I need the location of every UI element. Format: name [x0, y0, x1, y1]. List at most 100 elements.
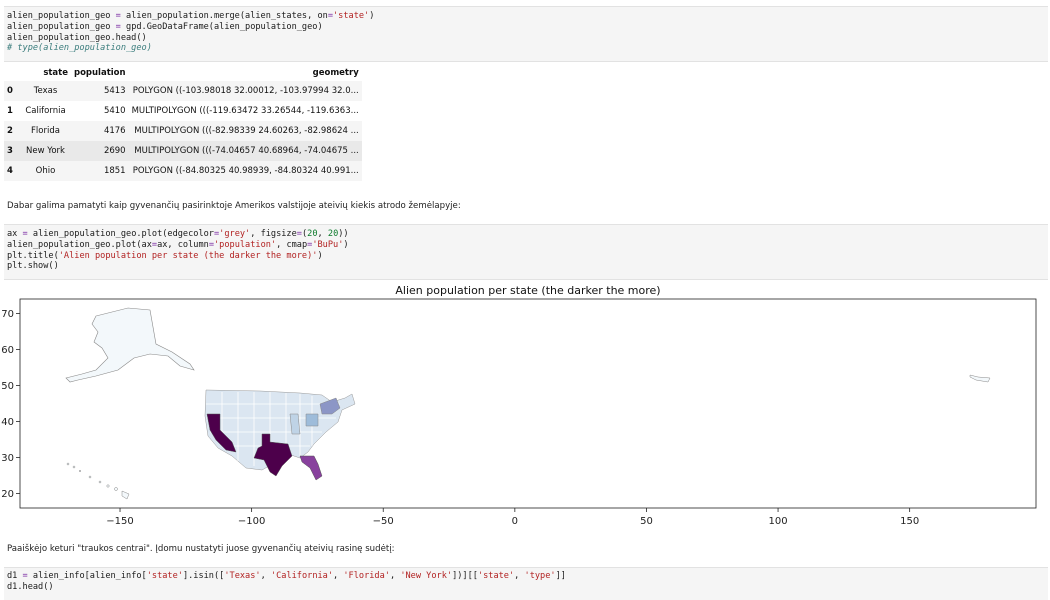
state-ohio	[305, 413, 319, 427]
x-axis: −150 −100 −50 0 50 100 150	[106, 508, 919, 527]
table-row: 1 California 5410 MULTIPOLYGON (((-119.6347…	[4, 101, 362, 121]
population-cell: 5413	[71, 81, 129, 101]
code-line: ax = alien_population_geo.plot(edgecolor…	[4, 229, 1048, 240]
code-token: alien_population_geo	[7, 21, 116, 32]
state-header: state	[43, 67, 68, 78]
code-lines: ax = alien_population_geo.plot(edgecolor…	[4, 229, 1048, 272]
x-tick-label: 50	[640, 516, 653, 527]
code-token: 20	[327, 229, 339, 239]
code-line: alien_population_geo = gpd.GeoDataFrame(…	[4, 22, 1048, 33]
code-token: ))	[338, 229, 349, 239]
code-line: plt.title('Alien population per state (t…	[4, 251, 1048, 262]
y-axis: 20 30 40 50 60 70	[1, 309, 20, 500]
code-token: 'New York'	[400, 571, 453, 581]
population-map: 20 30 40 50 60 70 −150 −100 −50 0 50 100 150	[1, 298, 1037, 527]
code-token: ,	[389, 571, 401, 581]
population-cell: 2690	[71, 141, 129, 161]
code-line: alien_population_geo.head()	[4, 33, 1048, 44]
code-token: 'state'	[477, 571, 515, 581]
code-line: # type(alien_population_geo)	[4, 43, 1048, 54]
dataframe-output: state population geometry 0 Texas 5413 POLY…	[4, 64, 362, 181]
code-token: alien_population_geo.plot(ax	[7, 239, 152, 250]
code-token: alien_population_geo.head()	[7, 32, 147, 43]
code-cell-filter[interactable]: d1 = alien_info[alien_info['state'].isin…	[4, 567, 1048, 600]
code-line: alien_population_geo = alien_population.…	[4, 11, 1048, 22]
code-token: gpd.GeoDataFrame(alien_population_geo)	[120, 21, 323, 32]
code-token: ,	[317, 229, 328, 239]
y-tick-label: 70	[1, 309, 14, 320]
state-cell: Florida	[20, 121, 71, 141]
index-header	[4, 64, 20, 81]
population-cell: 5410	[103, 106, 126, 116]
code-cell-merge[interactable]: alien_population_geo = alien_population.…	[4, 6, 1048, 62]
geometry-cell: POLYGON ((-84.80325 40.98939, -84.80324 …	[128, 161, 362, 181]
code-token: ].isin([	[182, 571, 225, 581]
row-index: 4	[4, 161, 20, 181]
code-token: )	[343, 239, 349, 250]
code-token: 20	[307, 229, 318, 239]
code-token: ax	[7, 229, 23, 239]
code-token: 'type'	[524, 571, 556, 581]
row-index: 2	[4, 121, 20, 141]
code-token: alien_population_geo.plot(edgecolor	[27, 229, 214, 239]
geometry-cell: MULTIPOLYGON (((-82.98339 24.60263, -82.…	[128, 121, 362, 141]
code-token: 'California'	[270, 571, 334, 581]
code-line: d1.head()	[4, 582, 1048, 593]
code-token: ,	[514, 571, 525, 581]
code-token: plt.show()	[7, 261, 59, 272]
geometry-cell: MULTIPOLYGON (((-74.04657 40.68964, -74.…	[128, 141, 362, 161]
y-tick-label: 60	[1, 345, 14, 356]
x-tick-label: −100	[238, 516, 265, 527]
code-token: 'population'	[214, 239, 277, 250]
geometry-header: geometry	[312, 67, 359, 78]
x-tick-label: −50	[373, 516, 394, 527]
code-token: 'state'	[333, 11, 370, 21]
code-token: 'grey'	[219, 229, 251, 239]
geometry-cell: MULTIPOLYGON (((-119.63472 33.26544, -11…	[131, 106, 359, 116]
code-line: d1 = alien_info[alien_info['state'].isin…	[4, 571, 1048, 582]
code-token: alien_population.merge(alien_states, on	[120, 11, 328, 21]
row-index: 1	[7, 106, 13, 116]
code-token: ,	[260, 571, 271, 581]
code-line: plt.show()	[4, 261, 1048, 272]
row-index: 3	[4, 141, 20, 161]
code-token: d1	[7, 571, 23, 581]
y-tick-label: 40	[1, 417, 14, 428]
table-row: 2 Florida 4176 MULTIPOLYGON (((-82.98339 24…	[4, 121, 362, 141]
table-header-row: state population geometry	[4, 64, 362, 81]
state-cell: California	[25, 106, 66, 116]
code-token: )	[369, 11, 375, 21]
x-tick-label: 150	[900, 516, 919, 527]
table-row: 4 Ohio 1851 POLYGON ((-84.80325 40.98939, -…	[4, 161, 362, 181]
population-cell: 4176	[71, 121, 129, 141]
markdown-text: Dabar galima pamatyti kaip gyvenančių pa…	[7, 201, 461, 211]
code-token: ]]	[555, 571, 566, 581]
code-token: alien_info[alien_info[	[27, 571, 147, 581]
state-cell: New York	[20, 141, 71, 161]
x-tick-label: −150	[106, 516, 133, 527]
code-token: # type(alien_population_geo)	[7, 43, 152, 54]
code-token: 'Alien population per state (the darker …	[58, 250, 318, 261]
code-token: 'state'	[146, 571, 183, 581]
y-tick-label: 50	[1, 381, 14, 392]
code-lines: d1 = alien_info[alien_info['state'].isin…	[4, 571, 1048, 593]
state-cell: Texas	[20, 81, 71, 101]
table-row: 0 Texas 5413 POLYGON ((-103.98018 32.00012,…	[4, 81, 362, 101]
table-row: 3 New York 2690 MULTIPOLYGON (((-74.04657 4…	[4, 141, 362, 161]
code-lines: alien_population_geo = alien_population.…	[4, 11, 1048, 54]
code-token: alien_population_geo	[7, 11, 116, 21]
code-token: 'Texas'	[224, 571, 261, 581]
x-tick-label: 0	[512, 516, 518, 527]
code-token: ax, column	[157, 239, 209, 250]
code-token: d1.head()	[7, 581, 54, 592]
code-token: )	[317, 250, 323, 261]
y-tick-label: 20	[1, 489, 14, 500]
state-illinois	[289, 413, 301, 435]
code-token: ,	[333, 571, 344, 581]
code-cell-plot[interactable]: ax = alien_population_geo.plot(edgecolor…	[4, 224, 1048, 280]
state-cell: Ohio	[20, 161, 71, 181]
plot-frame	[19, 298, 1037, 509]
geometry-cell: POLYGON ((-103.98018 32.00012, -103.9799…	[128, 81, 362, 101]
code-token: ])][[	[452, 571, 478, 581]
row-index: 0	[4, 81, 20, 101]
